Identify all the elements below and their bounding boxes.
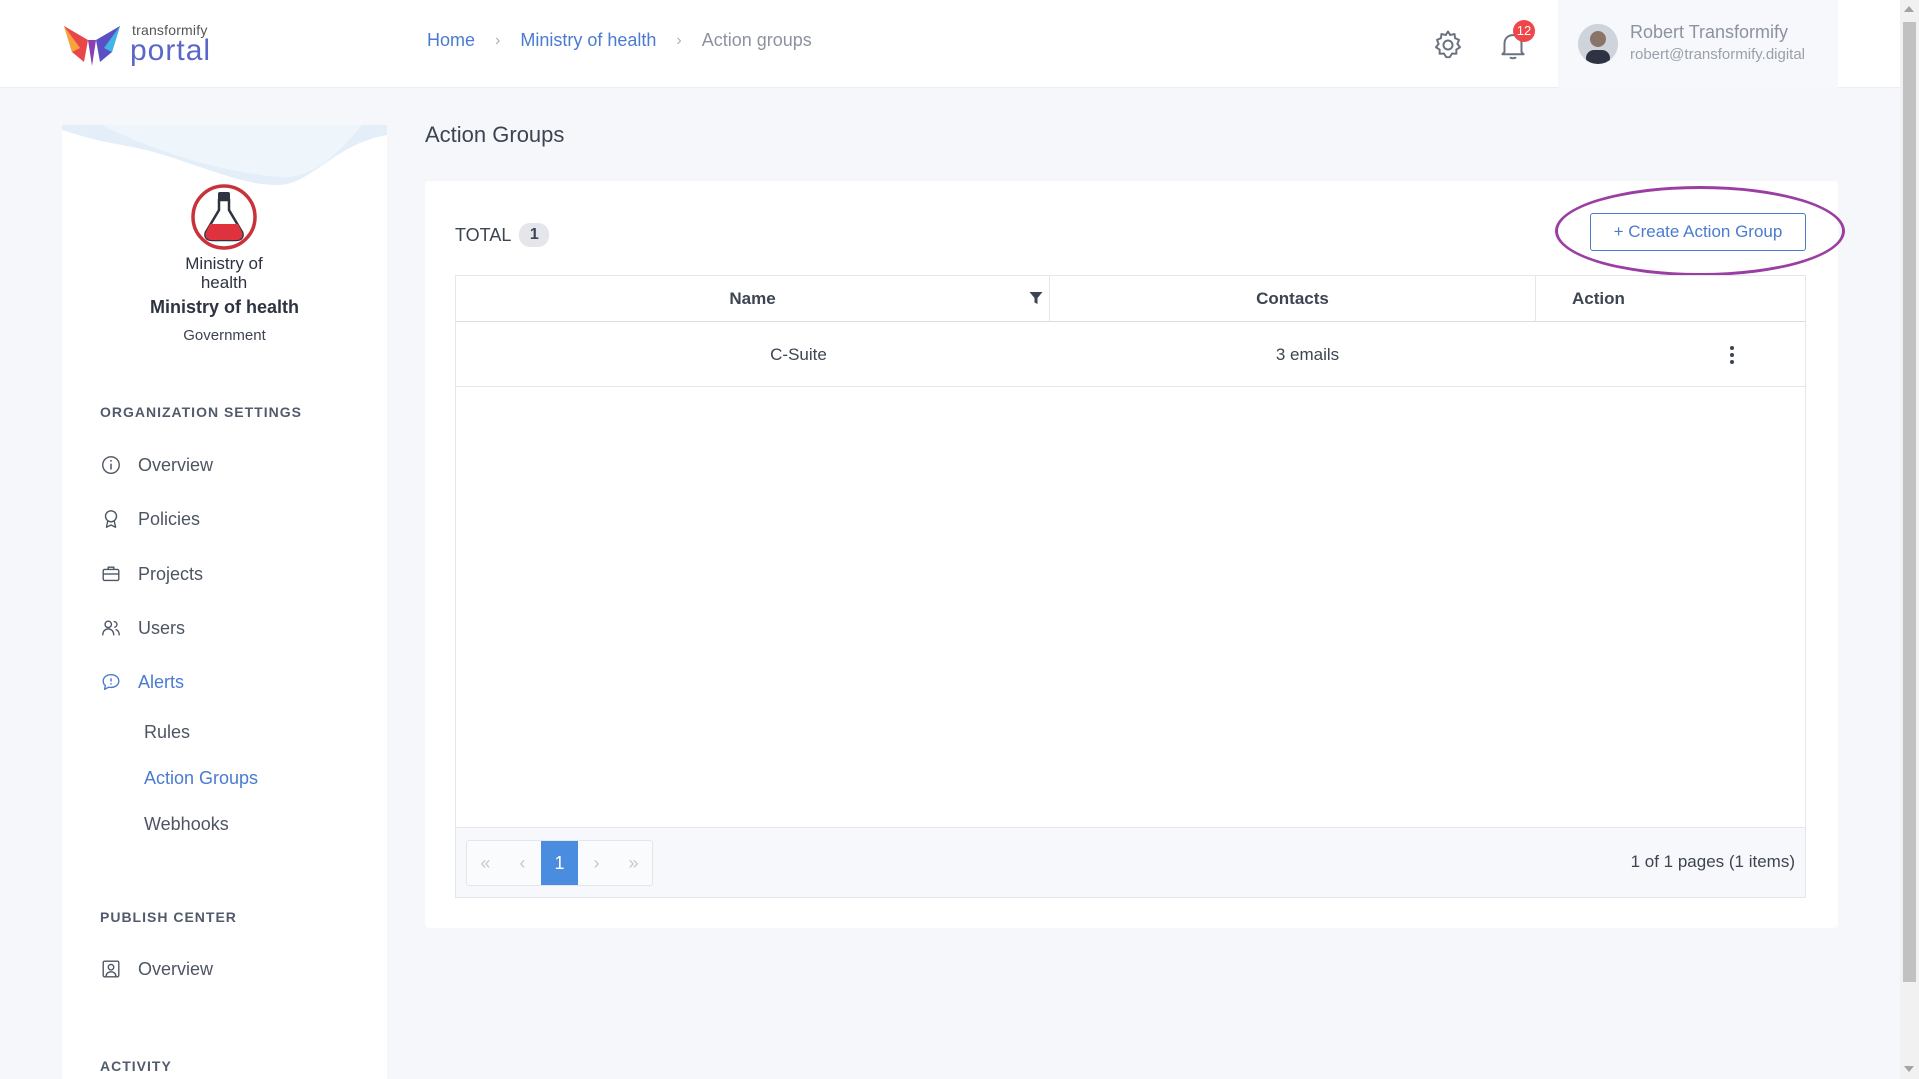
user-name: Robert Transformify	[1630, 22, 1789, 42]
users-icon	[102, 620, 120, 636]
column-header-name[interactable]: Name	[456, 276, 1049, 322]
sidebar-item-users[interactable]: Users	[100, 617, 185, 639]
portal-logo[interactable]: transformify portal	[62, 22, 222, 70]
avatar	[1578, 24, 1618, 64]
column-header-contacts: Contacts	[1256, 289, 1329, 308]
chevron-right-icon: ›	[676, 31, 682, 49]
user-email: robert@transformify.digital	[1630, 46, 1806, 63]
total-count: TOTAL 1	[455, 223, 550, 247]
table-row[interactable]: C-Suite 3 emails	[456, 322, 1805, 387]
org-logo-text-line1: Ministry of	[185, 254, 263, 273]
page-scrollbar[interactable]	[1900, 0, 1919, 1079]
breadcrumb-home[interactable]: Home	[427, 30, 475, 51]
pagination-bar: « ‹ 1 › » 1 of 1 pages (1 items)	[456, 827, 1805, 897]
table-header: Name Contacts Action	[456, 276, 1805, 322]
scroll-up-arrow-icon[interactable]	[1904, 6, 1914, 12]
decorative-wave	[62, 125, 387, 185]
previous-page-icon[interactable]: ‹	[504, 841, 541, 885]
info-icon	[102, 456, 120, 474]
next-page-icon[interactable]: ›	[578, 841, 615, 885]
sidebar-item-projects[interactable]: Projects	[100, 563, 203, 585]
sidebar-item-alerts[interactable]: Alerts	[100, 671, 184, 693]
sidebar-subitem-action-groups[interactable]: Action Groups	[144, 768, 258, 789]
sidebar-item-policies[interactable]: Policies	[100, 508, 200, 530]
pagination: « ‹ 1 › »	[466, 840, 653, 886]
butterfly-logo-icon	[64, 26, 120, 66]
scroll-thumb[interactable]	[1903, 22, 1916, 982]
section-publish-center: PUBLISH CENTER	[100, 909, 237, 925]
first-page-icon[interactable]: «	[467, 841, 504, 885]
sidebar-item-publish-overview[interactable]: Overview	[100, 958, 213, 980]
sidebar-item-label: Overview	[138, 958, 214, 979]
breadcrumb: Home › Ministry of health › Action group…	[427, 30, 812, 51]
last-page-icon[interactable]: »	[615, 841, 652, 885]
cell-name[interactable]: C-Suite	[456, 322, 1049, 387]
sidebar-item-overview[interactable]: Overview	[100, 454, 213, 476]
user-menu[interactable]: Robert Transformify robert@transformify.…	[1558, 0, 1838, 88]
filter-icon[interactable]	[1028, 290, 1044, 306]
organization-type: Government	[183, 327, 266, 344]
total-label: TOTAL	[455, 224, 512, 245]
chevron-right-icon: ›	[495, 31, 501, 49]
pagination-info: 1 of 1 pages (1 items)	[1630, 852, 1795, 871]
sidebar-item-label: Overview	[138, 454, 214, 475]
breadcrumb-organization[interactable]: Ministry of health	[520, 30, 656, 51]
briefcase-icon	[102, 566, 120, 582]
action-groups-table: Name Contacts Action C-Suite 3 emails « …	[455, 275, 1806, 898]
more-options-icon[interactable]	[1722, 344, 1742, 366]
section-organization-settings: ORGANIZATION SETTINGS	[100, 404, 302, 420]
page-button-current[interactable]: 1	[541, 841, 578, 885]
organization-logo: Ministry of health	[185, 184, 263, 292]
notification-count-badge: 12	[1513, 20, 1535, 42]
breadcrumb-current: Action groups	[701, 30, 812, 50]
organization-name: Ministry of health	[149, 297, 299, 317]
org-logo-text-line2: health	[201, 273, 247, 292]
profile-card-icon	[102, 960, 120, 978]
column-header-action: Action	[1572, 289, 1625, 308]
sidebar: Ministry of health Ministry of health Go…	[62, 125, 387, 1079]
sidebar-item-label: Projects	[138, 563, 204, 584]
chat-bubble-icon	[102, 673, 120, 691]
sidebar-item-label: Users	[138, 617, 186, 638]
badge-icon	[104, 510, 118, 528]
cell-contacts: 3 emails	[1275, 345, 1340, 364]
action-groups-card: TOTAL 1 + Create Action Group Name Conta…	[425, 181, 1845, 928]
sidebar-subitem-webhooks[interactable]: Webhooks	[144, 814, 229, 835]
scroll-down-arrow-icon[interactable]	[1904, 1066, 1914, 1072]
top-header: transformify portal Home › Ministry of h…	[0, 0, 1900, 88]
total-count-badge: 1	[519, 223, 550, 247]
sidebar-subitem-rules[interactable]: Rules	[144, 722, 190, 743]
sidebar-item-label: Policies	[138, 508, 201, 529]
gear-icon[interactable]	[1431, 28, 1465, 62]
create-action-group-button[interactable]: + Create Action Group	[1590, 213, 1806, 251]
logo-big-text: portal	[130, 34, 212, 67]
page-title: Action Groups	[425, 122, 565, 147]
section-activity: ACTIVITY	[100, 1058, 172, 1074]
sidebar-item-label: Alerts	[138, 671, 185, 692]
